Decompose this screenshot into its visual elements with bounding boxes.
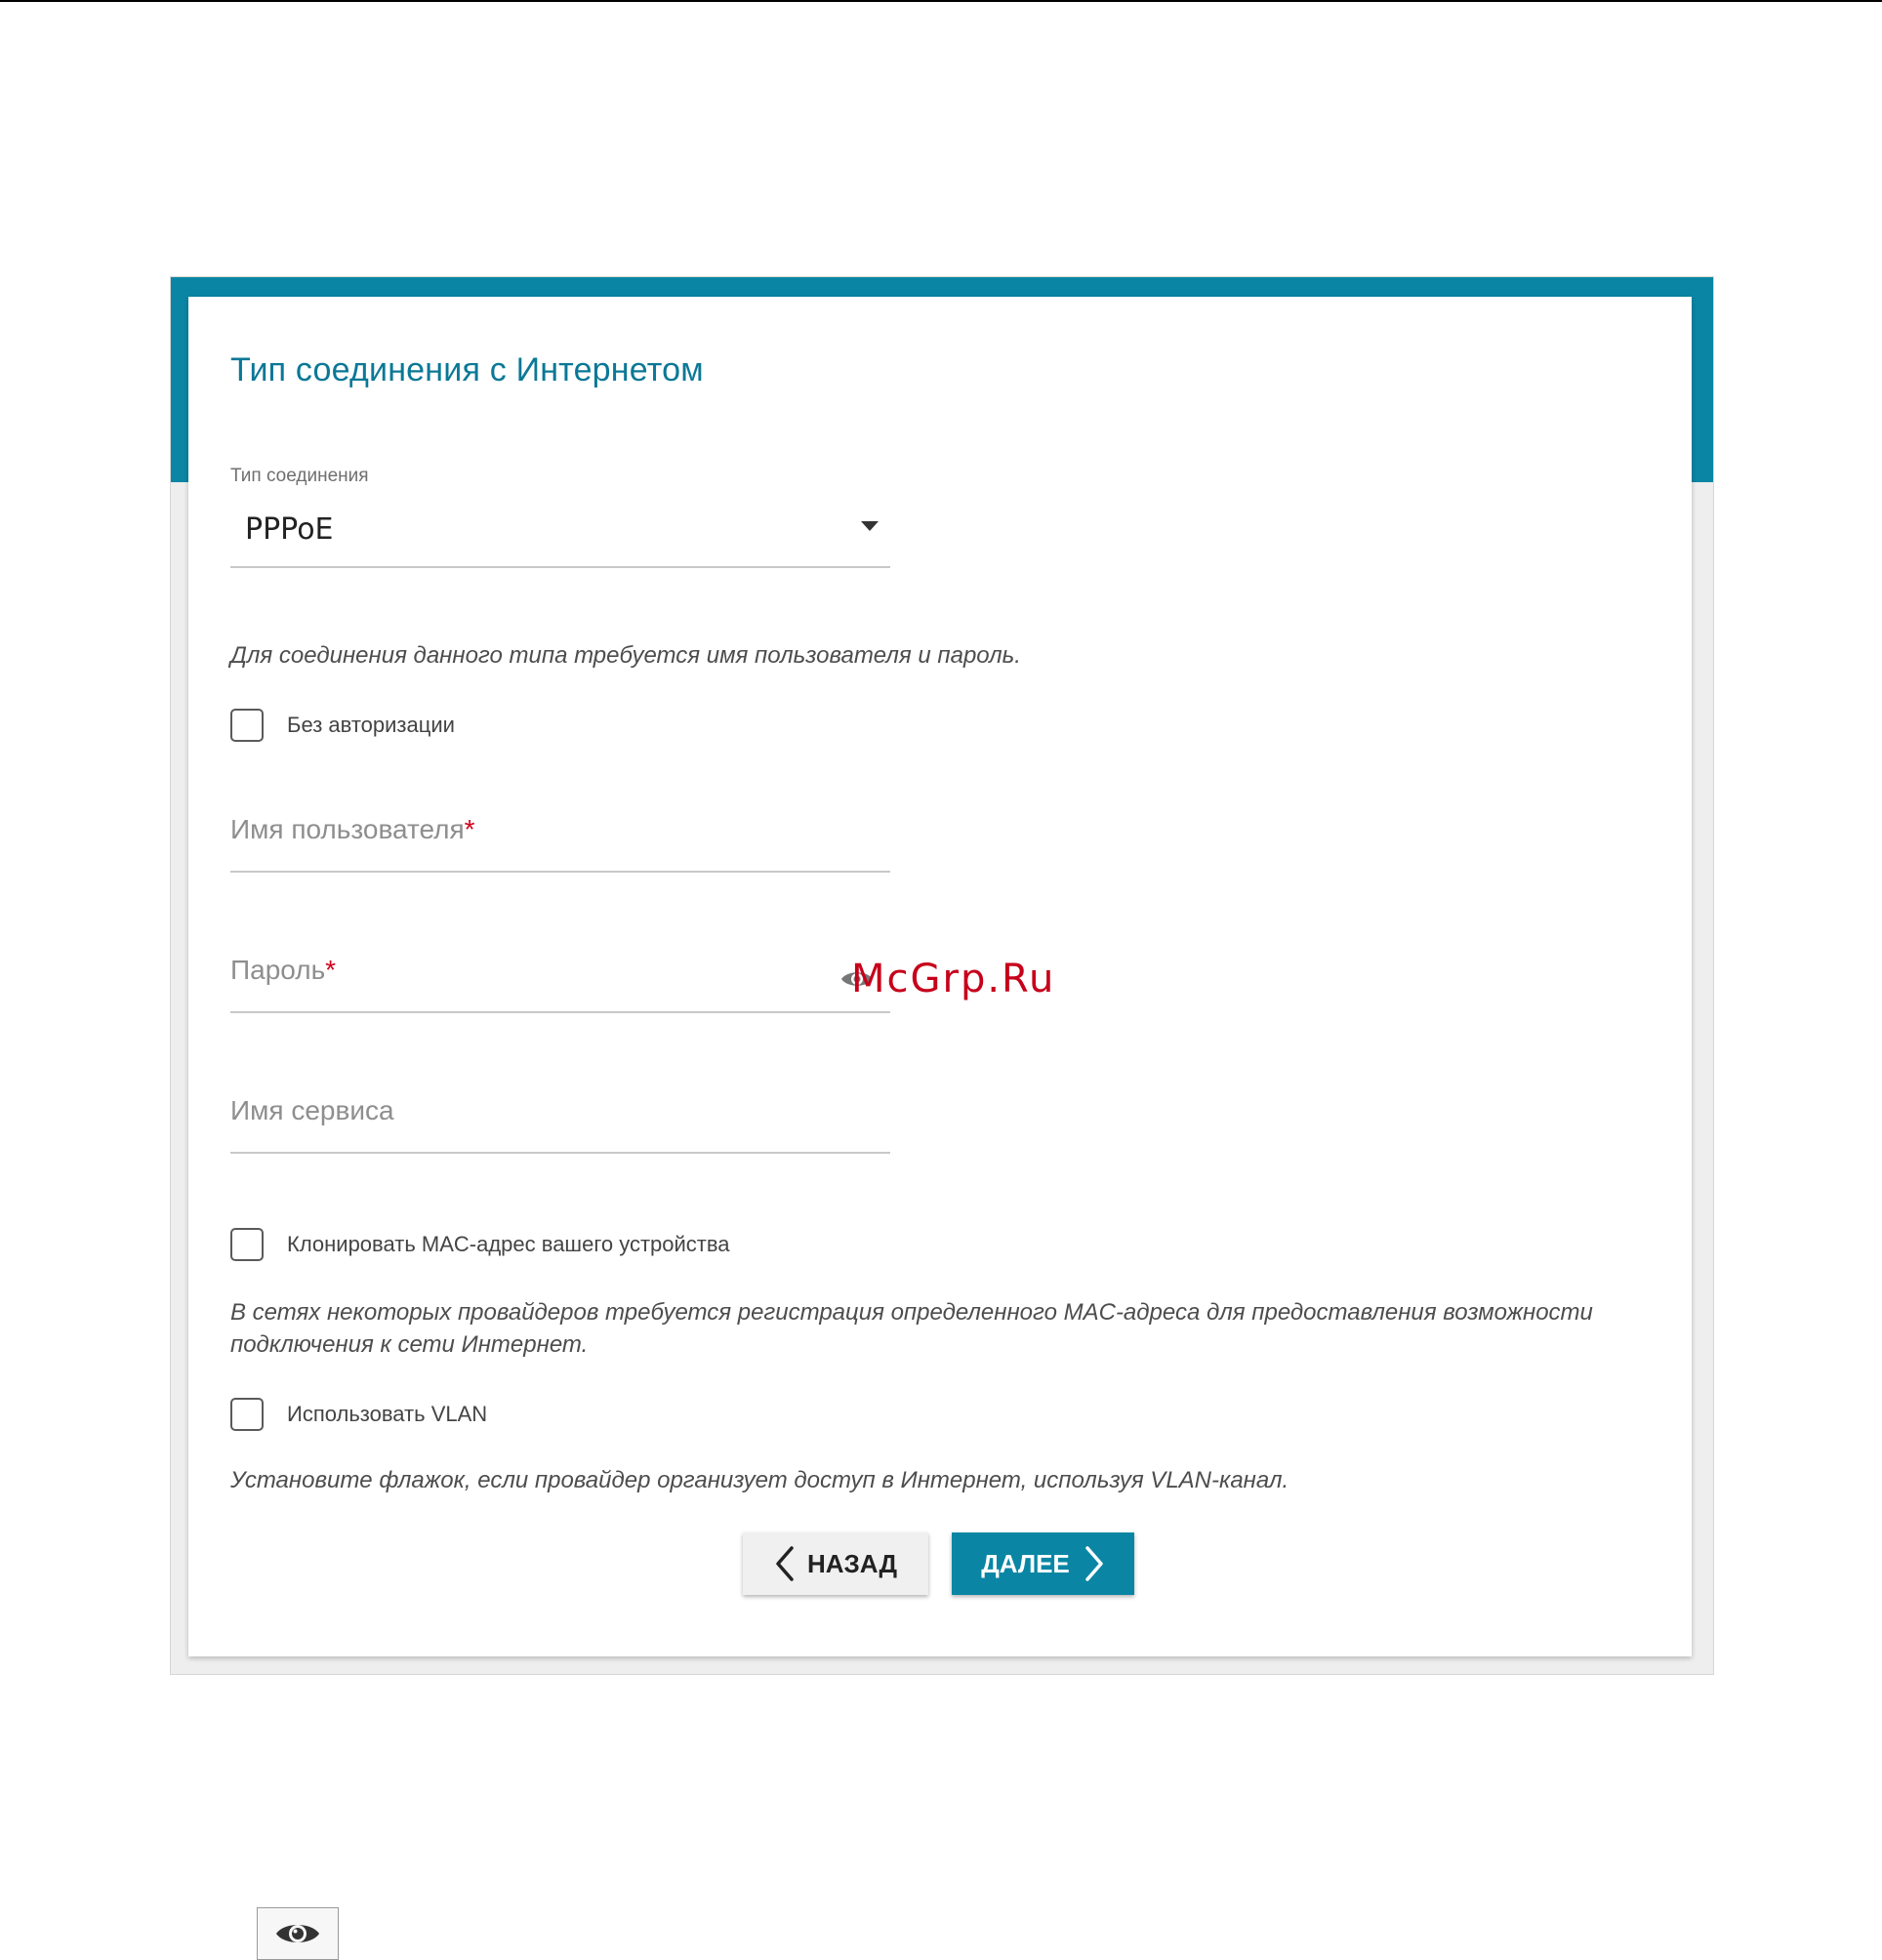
- use-vlan-checkbox[interactable]: [230, 1398, 264, 1431]
- clone-mac-checkbox-row[interactable]: Клонировать MAC-адрес вашего устройства: [230, 1228, 730, 1261]
- clone-mac-checkbox[interactable]: [230, 1228, 264, 1261]
- auth-hint: Для соединения данного типа требуется им…: [230, 642, 1021, 669]
- chevron-left-icon: [776, 1546, 794, 1581]
- eye-icon-legend: [257, 1907, 339, 1960]
- back-button-label: НАЗАД: [806, 1548, 898, 1578]
- page-title: Тип соединения с Интернетом: [230, 351, 704, 388]
- use-vlan-checkbox-row[interactable]: Использовать VLAN: [230, 1398, 487, 1431]
- username-underline: [230, 871, 890, 873]
- use-vlan-label: Использовать VLAN: [287, 1402, 488, 1426]
- clone-mac-label: Клонировать MAC-адрес вашего устройства: [287, 1232, 730, 1256]
- username-field[interactable]: Имя пользователя*: [230, 814, 475, 845]
- service-name-field[interactable]: Имя сервиса: [230, 1095, 394, 1126]
- password-field[interactable]: Пароль*: [230, 955, 336, 986]
- back-button[interactable]: НАЗАД: [743, 1532, 928, 1595]
- connection-type-select[interactable]: PPPoE: [245, 512, 334, 547]
- watermark: McGrp.Ru: [851, 957, 1056, 1001]
- eye-icon: [276, 1925, 319, 1942]
- no-auth-label: Без авторизации: [287, 713, 455, 737]
- vlan-hint: Установите флажок, если провайдер органи…: [230, 1467, 1289, 1493]
- connection-type-label: Тип соединения: [230, 466, 369, 486]
- connection-type-underline: [230, 566, 890, 568]
- required-mark: *: [325, 955, 337, 985]
- service-name-underline: [230, 1152, 890, 1154]
- chevron-down-icon[interactable]: [861, 521, 879, 531]
- required-mark: *: [464, 814, 475, 844]
- no-auth-checkbox[interactable]: [230, 709, 264, 742]
- no-auth-checkbox-row[interactable]: Без авторизации: [230, 709, 455, 742]
- password-underline: [230, 1011, 890, 1013]
- chevron-right-icon: [1085, 1546, 1103, 1581]
- username-label: Имя пользователя: [230, 814, 465, 844]
- password-label: Пароль: [230, 955, 326, 985]
- next-button-label: ДАЛЕЕ: [981, 1548, 1070, 1578]
- page-top-rule: [0, 0, 1882, 2]
- next-button[interactable]: ДАЛЕЕ: [952, 1532, 1134, 1595]
- mac-hint: В сетях некоторых провайдеров требуется …: [230, 1299, 1593, 1358]
